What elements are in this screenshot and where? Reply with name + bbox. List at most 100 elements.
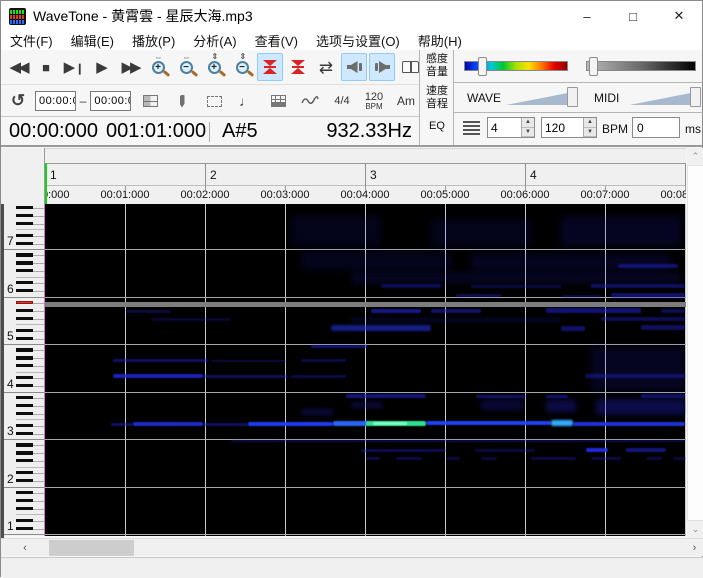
black-key[interactable] (16, 384, 33, 387)
black-key[interactable] (16, 281, 33, 284)
sensitivity-slider-track[interactable] (464, 61, 568, 71)
close-button[interactable]: ✕ (656, 1, 702, 31)
key-button[interactable]: Am (393, 87, 419, 115)
note-input-button[interactable]: ♩ (233, 87, 259, 115)
black-key[interactable] (16, 234, 33, 237)
black-key[interactable] (16, 443, 33, 446)
zoom-out-vertical-button[interactable]: − (229, 53, 255, 81)
spectrogram-streak (591, 346, 685, 391)
black-key[interactable] (16, 309, 33, 312)
black-key[interactable] (16, 412, 33, 415)
black-key[interactable] (16, 329, 33, 332)
swap-channels-button[interactable]: ⇄ (313, 53, 339, 81)
black-key[interactable] (16, 471, 33, 474)
vertical-scrollbar[interactable]: ⌃ ⌄ (687, 148, 703, 538)
black-key[interactable] (16, 364, 33, 367)
black-key[interactable] (16, 396, 33, 399)
loop-end-input[interactable]: 00:00:000 (90, 91, 131, 111)
beats-down-icon[interactable]: ▼ (522, 128, 534, 138)
scroll-left-icon[interactable]: ‹ (5, 539, 45, 557)
loop-button[interactable]: ↺ (7, 87, 29, 115)
stop-button[interactable]: ■ (33, 53, 59, 81)
black-key[interactable] (16, 451, 33, 454)
time-signature-button[interactable]: 4/4 (329, 87, 355, 115)
maximize-button[interactable]: □ (610, 1, 656, 31)
wave-slider-thumb[interactable] (567, 87, 578, 107)
note-list-button[interactable] (265, 87, 291, 115)
play-button[interactable]: ▶ (89, 53, 115, 81)
scroll-down-icon[interactable]: ⌄ (687, 521, 703, 538)
menu-item-6[interactable]: 帮助(H) (409, 31, 471, 50)
tempo-down-icon[interactable]: ▼ (584, 128, 596, 138)
beats-spinner[interactable]: 4 ▲▼ (487, 117, 535, 138)
zoom-in-vertical-button[interactable]: + (201, 53, 227, 81)
play-pause-button[interactable]: ▶❙ (61, 53, 87, 81)
timeline-ruler[interactable]: 1234 00:00:00000:01:00000:02:00000:03:00… (1, 148, 686, 204)
zoom-out-horizontal-button[interactable]: − (173, 53, 199, 81)
spectrogram-view[interactable] (45, 204, 686, 536)
offset-input[interactable]: 0 (632, 117, 680, 138)
zoom-in-horizontal-button[interactable]: + (145, 53, 171, 81)
black-key[interactable] (16, 214, 33, 217)
black-key[interactable] (16, 424, 33, 427)
menu-item-2[interactable]: 播放(P) (123, 31, 184, 50)
horizontal-scrollbar[interactable]: ‹ › (1, 538, 703, 556)
black-key[interactable] (16, 269, 33, 272)
menu-item-5[interactable]: 选项与设置(O) (307, 31, 409, 50)
black-key[interactable] (16, 376, 33, 379)
tempo-value: 120 (542, 118, 583, 137)
unfold-display-button[interactable] (285, 53, 311, 81)
black-key[interactable] (16, 491, 33, 494)
black-key[interactable] (16, 356, 33, 359)
midi-slider-thumb[interactable] (690, 87, 701, 107)
loop-start-input[interactable]: 00:00:000 (35, 91, 76, 111)
scroll-up-icon[interactable]: ⌃ (687, 148, 703, 165)
black-key[interactable] (16, 337, 33, 340)
sensitivity-slider-thumb[interactable] (478, 57, 487, 76)
black-key[interactable] (16, 253, 33, 256)
black-key[interactable] (16, 222, 33, 225)
beats-up-icon[interactable]: ▲ (522, 118, 534, 128)
black-key[interactable] (16, 206, 33, 209)
black-key[interactable] (16, 289, 33, 292)
midi-volume-slider[interactable] (629, 87, 701, 107)
midi-sound-button[interactable] (369, 53, 395, 81)
waveform-button[interactable] (297, 87, 323, 115)
menu-item-3[interactable]: 分析(A) (184, 31, 245, 50)
black-key[interactable] (16, 317, 33, 320)
black-key[interactable] (16, 242, 33, 245)
black-key[interactable] (16, 507, 33, 510)
playhead[interactable] (45, 163, 47, 204)
black-key[interactable] (16, 261, 33, 264)
horizontal-scroll-thumb[interactable] (49, 540, 134, 556)
tempo-spinner[interactable]: 120 ▲▼ (541, 117, 597, 138)
black-key[interactable] (16, 404, 33, 407)
wave-sound-button[interactable] (341, 53, 367, 81)
scroll-right-icon[interactable]: › (686, 539, 703, 557)
volume-slider-thumb[interactable] (589, 57, 598, 76)
fast-forward-button[interactable]: ▶▶ (117, 53, 143, 81)
tempo-up-icon[interactable]: ▲ (584, 118, 596, 128)
pencil-button[interactable] (169, 87, 195, 115)
menu-item-1[interactable]: 编辑(E) (62, 31, 123, 50)
menu-item-0[interactable]: 文件(F) (1, 31, 62, 50)
piano-keyboard[interactable]: 7654321 (4, 204, 45, 536)
black-key[interactable] (16, 499, 33, 502)
black-key[interactable] (16, 519, 33, 522)
tempo-button[interactable]: 120BPM (361, 87, 387, 115)
black-key[interactable] (16, 479, 33, 482)
black-key[interactable] (16, 348, 33, 351)
fold-display-button[interactable] (257, 53, 283, 81)
black-key[interactable] (16, 459, 33, 462)
black-key[interactable] (16, 432, 33, 435)
rewind-button[interactable]: ◀◀ (5, 53, 31, 81)
split-view-button[interactable] (137, 87, 163, 115)
vertical-scroll-thumb[interactable] (687, 165, 703, 521)
menu-item-4[interactable]: 查看(V) (246, 31, 307, 50)
wave-volume-slider[interactable] (506, 87, 578, 107)
minimize-button[interactable]: – (564, 1, 610, 31)
highlighted-key-A#5[interactable] (16, 301, 33, 304)
black-key[interactable] (16, 527, 33, 530)
volume-slider-track[interactable] (586, 61, 696, 71)
select-region-button[interactable] (201, 87, 227, 115)
